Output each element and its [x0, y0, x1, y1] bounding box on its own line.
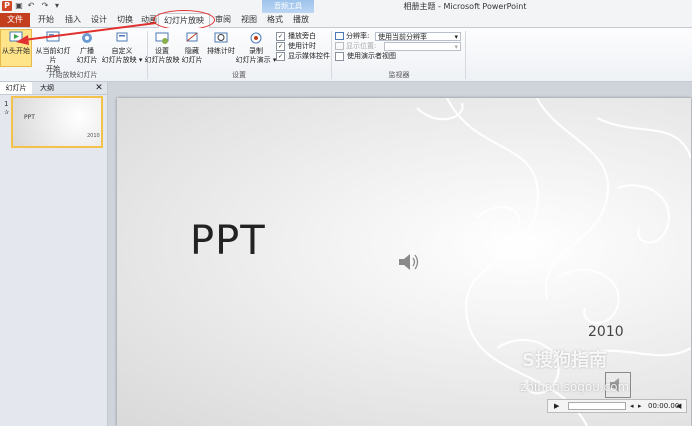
setup-checkboxes: ✓ 播放旁白 ✓ 使用计时 ✓ 显示媒体控件 — [276, 31, 336, 61]
checkbox-checked-icon[interactable]: ✓ — [276, 51, 285, 61]
progress-slider[interactable] — [568, 402, 626, 410]
dropdown-arrow-icon: ▾ — [454, 42, 458, 51]
ribbon-separator — [331, 31, 332, 79]
hide-slide-button[interactable]: 隐藏 幻灯片 — [180, 30, 204, 65]
annotation-arrow-icon — [16, 22, 157, 45]
rehearse-timings-icon — [214, 32, 228, 43]
slide-number: 1 — [4, 100, 9, 108]
hide-label-2: 幻灯片 — [181, 56, 203, 64]
tab-review[interactable]: 审阅 — [212, 13, 234, 27]
custom-label-2: 幻灯片放映 ▾ — [101, 56, 143, 64]
speaker-icon[interactable] — [397, 252, 421, 272]
redo-icon[interactable]: ↷ — [40, 1, 50, 11]
resolution-row: 分辨率: 使用当前分辨率 ▾ — [335, 31, 465, 41]
group-label-setup: 设置 — [232, 71, 246, 79]
tab-view[interactable]: 视图 — [238, 13, 260, 27]
use-timings-option[interactable]: ✓ 使用计时 — [276, 41, 336, 51]
broadcast-label-2: 幻灯片 — [76, 56, 98, 64]
checkbox-checked-icon[interactable]: ✓ — [276, 31, 285, 41]
media-controls-bar: ▶ ◂ ▸ 00:00.00 ◀ — [547, 399, 687, 413]
powerpoint-logo-icon[interactable]: P — [2, 1, 12, 11]
slide-year[interactable]: 2010 — [588, 324, 624, 340]
slide-title[interactable]: PPT — [190, 218, 266, 264]
window-title: 相册主题 - Microsoft PowerPoint — [403, 2, 527, 11]
group-label-start-slideshow: 开始放映幻灯片 — [48, 71, 98, 79]
highlight-circle — [153, 10, 215, 30]
ribbon-separator — [465, 31, 466, 79]
checkbox-unchecked-icon[interactable] — [335, 51, 344, 61]
close-pane-icon[interactable]: ✕ — [94, 82, 104, 94]
show-media-controls-option[interactable]: ✓ 显示媒体控件 — [276, 51, 336, 61]
hide-label-1: 隐藏 — [185, 47, 199, 55]
rehearse-label: 排练计时 — [207, 47, 235, 55]
tab-playback[interactable]: 播放 — [290, 13, 312, 27]
rehearse-timings-button[interactable]: 排练计时 — [205, 30, 237, 56]
skip-forward-icon[interactable]: ▸ — [638, 400, 642, 412]
watermark-logo: S搜狗指南 — [522, 350, 607, 371]
media-time: 00:00.00 — [648, 402, 680, 410]
animation-star-icon: ✰ — [4, 109, 10, 116]
presenter-view-option[interactable]: 使用演示者视图 — [335, 51, 465, 61]
tab-slides[interactable]: 幻灯片 — [0, 82, 32, 94]
save-icon[interactable]: ▣ — [14, 1, 24, 11]
undo-icon[interactable]: ↶ — [26, 1, 36, 11]
resolution-select[interactable]: 使用当前分辨率 ▾ — [375, 31, 461, 41]
record-icon — [250, 32, 262, 44]
monitor-settings: 分辨率: 使用当前分辨率 ▾ 显示位置: ▾ 使用演示者视图 — [335, 31, 465, 61]
show-on-row: 显示位置: ▾ — [335, 41, 465, 51]
slide-thumbnail[interactable] — [11, 96, 103, 148]
monitor-icon — [335, 32, 344, 40]
play-icon[interactable]: ▶ — [554, 400, 559, 412]
record-label-2: 幻灯片演示 ▾ — [235, 56, 277, 64]
volume-icon[interactable]: ◀ — [676, 400, 681, 412]
setup-label-2: 幻灯片放映 — [144, 56, 180, 64]
play-narration-option[interactable]: ✓ 播放旁白 — [276, 31, 336, 41]
group-label-monitors: 监视器 — [388, 71, 410, 79]
monitor-disabled-icon — [335, 42, 344, 50]
customize-toolbar-icon[interactable]: ▾ — [52, 1, 62, 11]
hide-slide-icon — [186, 32, 198, 42]
watermark-url: zhinan.sogou.com — [520, 380, 630, 394]
thumbnail-title: PPT — [24, 114, 35, 121]
tab-format[interactable]: 格式 — [264, 13, 286, 27]
record-label-1: 录制 — [249, 47, 263, 55]
thumbnail-year: 2010 — [87, 133, 100, 139]
show-on-select[interactable]: ▾ — [384, 41, 461, 51]
skip-back-icon[interactable]: ◂ — [630, 400, 634, 412]
checkbox-checked-icon[interactable]: ✓ — [276, 41, 285, 51]
tab-outline[interactable]: 大纲 — [34, 82, 60, 94]
record-slideshow-button[interactable]: 录制 幻灯片演示 ▾ — [235, 30, 277, 65]
